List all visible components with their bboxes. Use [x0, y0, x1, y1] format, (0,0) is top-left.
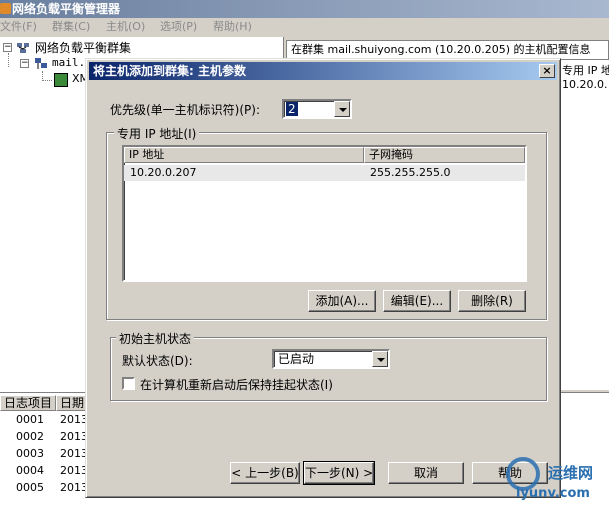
- host-computer-icon: [54, 73, 68, 87]
- log-entry-date: 2013: [60, 447, 88, 460]
- column-header-ip[interactable]: IP 地址: [124, 147, 364, 163]
- log-header-date[interactable]: 日期: [56, 395, 88, 411]
- back-button[interactable]: < 上一步(B): [230, 462, 300, 484]
- remove-button[interactable]: 删除(R): [458, 290, 526, 312]
- dedicated-ip-list[interactable]: IP 地址 子网掩码 10.20.0.207 255.255.255.0: [122, 145, 527, 282]
- watermark-url: iyunv.com: [516, 486, 590, 501]
- cluster-icon: [34, 57, 48, 71]
- menu-file[interactable]: 文件(F): [0, 18, 37, 36]
- log-entry-id: 0004: [16, 464, 44, 477]
- chevron-down-icon[interactable]: [372, 351, 388, 367]
- app-titlebar: 网络负载平衡管理器: [0, 0, 609, 18]
- dedicated-ip-group-title: 专用 IP 地址(I): [114, 125, 200, 142]
- tree-root-label[interactable]: 网络负载平衡群集: [35, 39, 131, 56]
- tree-collapse-icon[interactable]: −: [20, 59, 29, 68]
- cancel-button[interactable]: 取消: [388, 462, 464, 484]
- menu-options[interactable]: 选项(P): [160, 18, 197, 36]
- menubar: [0, 18, 609, 36]
- log-entry-date: 2013: [60, 430, 88, 443]
- detail-column-value: 10.20.0.: [562, 78, 608, 91]
- default-state-value: 已启动: [278, 352, 315, 366]
- tree-cluster-label[interactable]: mail.: [52, 56, 85, 69]
- edit-button[interactable]: 编辑(E)...: [383, 290, 451, 312]
- log-header-entry[interactable]: 日志项目: [0, 395, 56, 411]
- menu-host[interactable]: 主机(O): [106, 18, 145, 36]
- detail-column-header: 专用 IP 地: [562, 64, 609, 77]
- log-entry-id: 0005: [16, 481, 44, 494]
- persist-suspend-label[interactable]: 在计算机重新启动后保持挂起状态(I): [140, 376, 333, 393]
- close-icon: ×: [542, 64, 552, 77]
- add-button[interactable]: 添加(A)...: [308, 290, 376, 312]
- close-button[interactable]: ×: [539, 64, 555, 78]
- column-header-mask[interactable]: 子网掩码: [364, 147, 525, 163]
- tree-collapse-icon[interactable]: −: [3, 43, 12, 52]
- priority-dropdown[interactable]: 2: [282, 99, 352, 119]
- menu-help[interactable]: 帮助(H): [213, 18, 252, 36]
- priority-value: 2: [286, 102, 298, 116]
- cluster-group-icon: [16, 41, 30, 55]
- menu-cluster[interactable]: 群集(C): [52, 18, 90, 36]
- log-entry-id: 0002: [16, 430, 44, 443]
- priority-label: 优先级(单一主机标识符)(P):: [110, 103, 261, 117]
- subnet-mask-cell: 255.255.255.0: [370, 166, 451, 179]
- log-entry-id: 0001: [16, 413, 44, 426]
- next-button[interactable]: 下一步(N) >: [303, 461, 375, 485]
- log-entry-id: 0003: [16, 447, 44, 460]
- chevron-down-icon[interactable]: [334, 101, 350, 117]
- log-entry-date: 2013: [60, 481, 88, 494]
- ip-address-cell: 10.20.0.207: [130, 166, 197, 179]
- host-parameters-dialog: 将主机添加到群集: 主机参数 × 优先级(单一主机标识符)(P): 2 专用 I…: [85, 58, 561, 498]
- log-entry-date: 2013: [60, 413, 88, 426]
- initial-state-group-title: 初始主机状态: [116, 330, 195, 347]
- default-state-dropdown[interactable]: 已启动: [272, 349, 390, 369]
- host-detail-pane: 专用 IP 地 10.20.0.: [560, 60, 609, 390]
- dialog-titlebar[interactable]: 将主机添加到群集: 主机参数 ×: [89, 62, 557, 80]
- app-icon: [0, 3, 11, 14]
- dialog-title: 将主机添加到群集: 主机参数: [93, 64, 246, 78]
- persist-suspend-checkbox[interactable]: [122, 377, 135, 390]
- default-state-label: 默认状态(D):: [122, 354, 193, 368]
- table-row[interactable]: 10.20.0.207 255.255.255.0: [124, 165, 525, 181]
- log-entry-date: 2013: [60, 464, 88, 477]
- watermark-text: 运维网: [548, 464, 594, 482]
- host-config-info-bar: 在群集 mail.shuiyong.com (10.20.0.205) 的主机配…: [286, 40, 609, 60]
